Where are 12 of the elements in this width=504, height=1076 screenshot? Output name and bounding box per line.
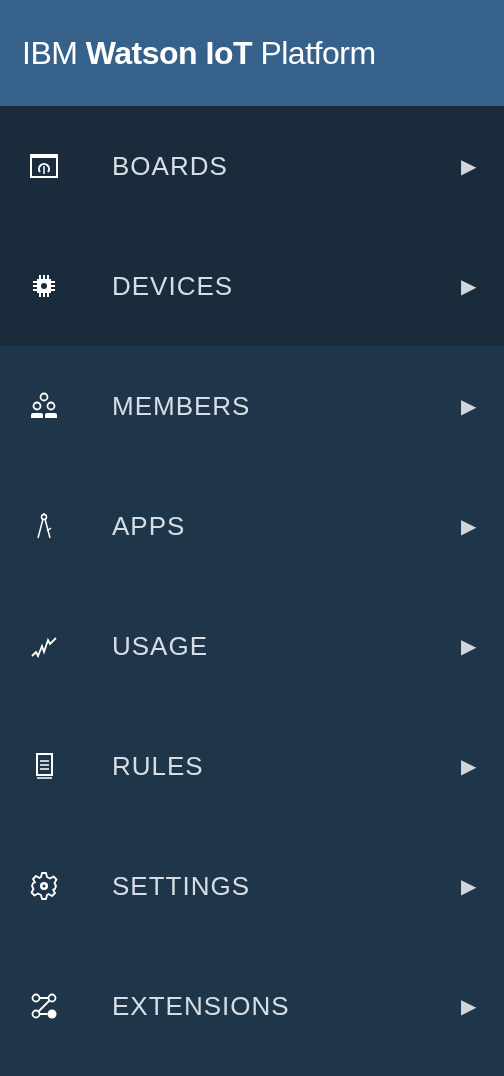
arrow-icon: ▶	[461, 754, 476, 778]
arrow-icon: ▶	[461, 514, 476, 538]
menu-item[interactable]: DEVICES ▶	[0, 226, 504, 346]
menu-item[interactable]: BOARDS ▶	[0, 106, 504, 226]
arrow-icon: ▶	[461, 994, 476, 1018]
arrow-icon: ▶	[461, 634, 476, 658]
app-title: IBM Watson IoT Platform	[22, 34, 376, 72]
settings-icon	[28, 870, 60, 902]
arrow-icon: ▶	[461, 154, 476, 178]
arrow-icon: ▶	[461, 274, 476, 298]
arrow-icon: ▶	[461, 874, 476, 898]
arrow-icon: ▶	[461, 394, 476, 418]
